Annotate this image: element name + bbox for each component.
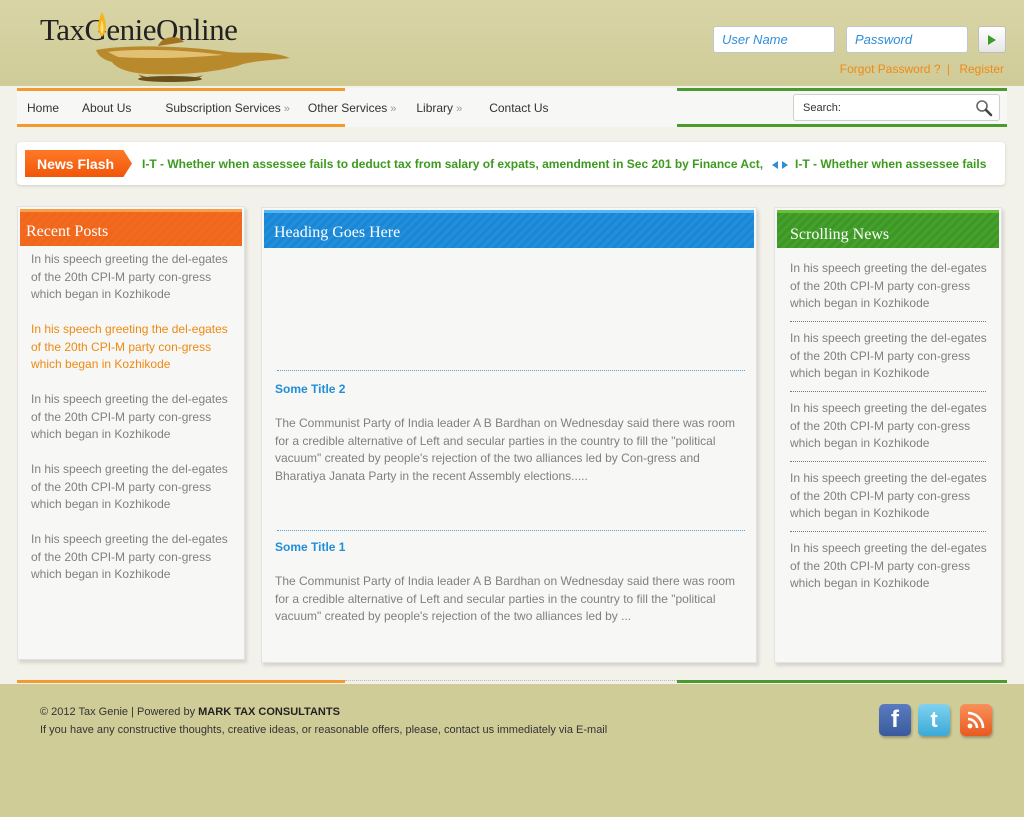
copyright-text: © 2012 Tax Genie | Powered by: [40, 706, 196, 718]
nav-item-other-services[interactable]: Other Services»: [308, 101, 396, 115]
nav-accent-orange-top: [17, 88, 345, 91]
site-footer: © 2012 Tax Genie | Powered by MARK TAX C…: [0, 684, 1024, 817]
play-arrow-icon: [988, 34, 996, 45]
nav-accent-green-top: [677, 88, 1007, 91]
search-input[interactable]: [794, 95, 964, 120]
news-ticker-text-repeat[interactable]: I-T - Whether when assessee fails: [795, 157, 986, 171]
facebook-icon[interactable]: f: [879, 704, 911, 736]
news-flash-bar: News Flash I-T - Whether when assessee f…: [17, 142, 1005, 185]
scrolling-news-item[interactable]: In his speech greeting the del-egates of…: [790, 260, 990, 313]
article-title[interactable]: Some Title 1: [275, 540, 345, 554]
divider: [790, 391, 986, 392]
main-heading: Heading Goes Here: [264, 210, 754, 248]
recent-posts-title: Recent Posts: [20, 209, 242, 246]
recent-post-item[interactable]: In his speech greeting the del-egates of…: [31, 251, 236, 304]
rss-icon[interactable]: [960, 704, 992, 736]
nav-item-contact-us[interactable]: Contact Us: [489, 101, 548, 115]
twitter-icon[interactable]: t: [918, 704, 950, 736]
powered-by-link[interactable]: MARK TAX CONSULTANTS: [198, 706, 340, 718]
news-ticker-text[interactable]: I-T - Whether when assessee fails to ded…: [142, 157, 763, 171]
nav-item-label: Subscription Services: [165, 101, 281, 115]
scrolling-news-item[interactable]: In his speech greeting the del-egates of…: [790, 470, 990, 523]
submenu-arrow-icon: »: [390, 103, 397, 115]
article-body: The Communist Party of India leader A B …: [275, 574, 736, 624]
ticker-arrows-icon[interactable]: [771, 160, 789, 170]
scrolling-news-item[interactable]: In his speech greeting the del-egates of…: [790, 330, 990, 383]
divider: [277, 370, 745, 371]
nav-menu: Home About Us Subscription Services» Oth…: [27, 101, 549, 115]
nav-item-label: Other Services: [307, 101, 388, 115]
divider: [790, 321, 986, 322]
copyright-line: © 2012 Tax Genie | Powered by MARK TAX C…: [40, 706, 340, 718]
site-logo[interactable]: TaxGenieOnline: [38, 6, 303, 84]
genie-lamp-icon: [96, 12, 290, 82]
search-icon[interactable]: [975, 99, 993, 117]
username-input[interactable]: [713, 26, 835, 53]
site-header: TaxGenieOnline Forgot Password ? | Regis…: [0, 0, 1024, 86]
main-content-panel: Heading Goes Here Some Title 2 The Commu…: [261, 207, 757, 663]
recent-post-item[interactable]: In his speech greeting the del-egates of…: [31, 461, 236, 514]
article-title[interactable]: Some Title 2: [275, 382, 345, 396]
scrolling-news-item[interactable]: In his speech greeting the del-egates of…: [790, 540, 990, 593]
recent-post-item[interactable]: In his speech greeting the del-egates of…: [31, 391, 236, 444]
recent-post-item[interactable]: In his speech greeting the del-egates of…: [31, 531, 236, 584]
nav-accent-green-bottom: [677, 124, 1007, 127]
link-separator: |: [946, 62, 950, 76]
forgot-password-link[interactable]: Forgot Password ?: [840, 62, 941, 76]
divider: [277, 530, 745, 531]
nav-item-about-us[interactable]: About Us: [82, 101, 131, 115]
recent-post-item-active[interactable]: In his speech greeting the del-egates of…: [31, 321, 236, 374]
nav-item-subscription-services[interactable]: Subscription Services»: [165, 101, 290, 115]
search-box: [793, 94, 1000, 121]
footer-accent-dotted: [345, 680, 677, 681]
scrolling-news-panel: Scrolling News In his speech greeting th…: [774, 207, 1002, 663]
main-navigation: Home About Us Subscription Services» Oth…: [17, 88, 1007, 127]
login-submit-button[interactable]: [978, 26, 1006, 53]
password-input[interactable]: [846, 26, 968, 53]
nav-item-home[interactable]: Home: [27, 101, 59, 115]
scrolling-news-item[interactable]: In his speech greeting the del-egates of…: [790, 400, 990, 453]
submenu-arrow-icon: »: [283, 103, 290, 115]
news-flash-badge: News Flash: [25, 150, 132, 177]
recent-posts-panel: Recent Posts In his speech greeting the …: [17, 206, 245, 660]
register-link[interactable]: Register: [959, 62, 1004, 76]
nav-accent-orange-bottom: [17, 124, 345, 127]
rss-glyph-icon: [967, 711, 985, 729]
nav-item-library[interactable]: Library»: [416, 101, 462, 115]
divider: [790, 531, 986, 532]
contact-invite-text: If you have any constructive thoughts, c…: [40, 724, 608, 736]
nav-item-label: Library: [416, 101, 454, 115]
article-body: The Communist Party of India leader A B …: [275, 416, 736, 484]
nav-item-label: About Us: [82, 101, 132, 115]
account-links: Forgot Password ? | Register: [840, 62, 1004, 76]
nav-item-label: Home: [27, 101, 60, 115]
divider: [790, 461, 986, 462]
scrolling-news-title: Scrolling News: [777, 210, 999, 248]
footer-accent-orange: [17, 680, 345, 683]
submenu-arrow-icon: »: [456, 103, 463, 115]
nav-item-label: Contact Us: [489, 101, 549, 115]
footer-accent-green: [677, 680, 1007, 683]
